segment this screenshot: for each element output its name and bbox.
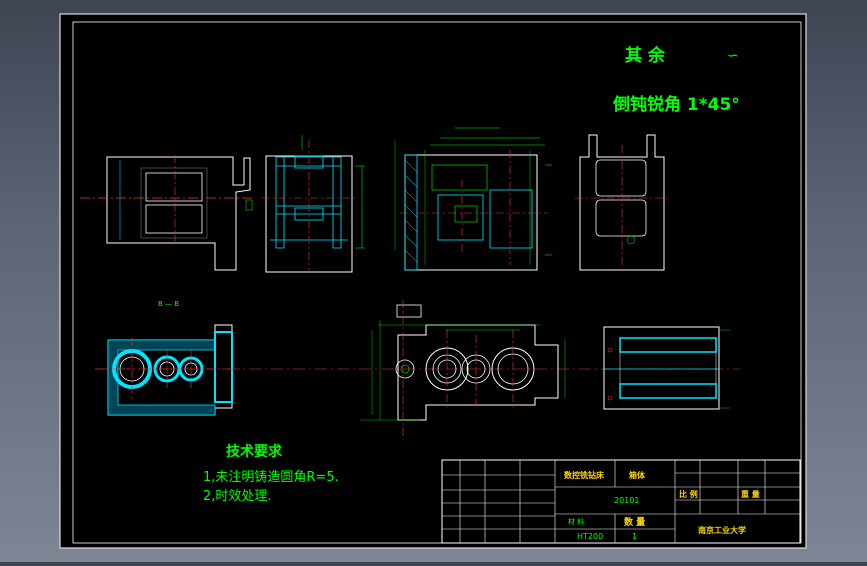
title-scale-label: 比 例 [679,489,698,499]
title-drawing-number: 20101 [614,496,639,505]
title-weight-label: 重 量 [741,489,760,499]
tech-req-item-1: 1,未注明铸造圆角R=5. [203,469,339,485]
section-bb-label: B — B [158,300,179,308]
tech-req-item-2: 2,时效处理. [203,489,272,504]
drawing-sheet: 其 余 ∽ 倒钝锐角 1*45° B — B 技术要求 1,未注明铸造圆角R=5… [59,13,807,549]
title-quantity-label: 数 量 [624,516,645,528]
title-material-value: HT200 [577,532,603,541]
chamfer-note: 倒钝锐角 1*45° [612,94,740,115]
title-school-name: 南京工业大学 [698,525,746,535]
title-part-name: 箱体 [629,470,646,480]
roughness-label: 其 余 [625,45,666,66]
roughness-symbol: ∽ [727,48,739,64]
tech-req-title: 技术要求 [226,443,283,460]
cad-drawing-viewport: 其 余 ∽ 倒钝锐角 1*45° B — B 技术要求 1,未注明铸造圆角R=5… [0,0,867,562]
title-quantity-value: 1 [632,532,637,541]
title-machine-name: 数控铣钻床 [564,470,605,480]
title-material-label: 材 料 [568,517,584,526]
